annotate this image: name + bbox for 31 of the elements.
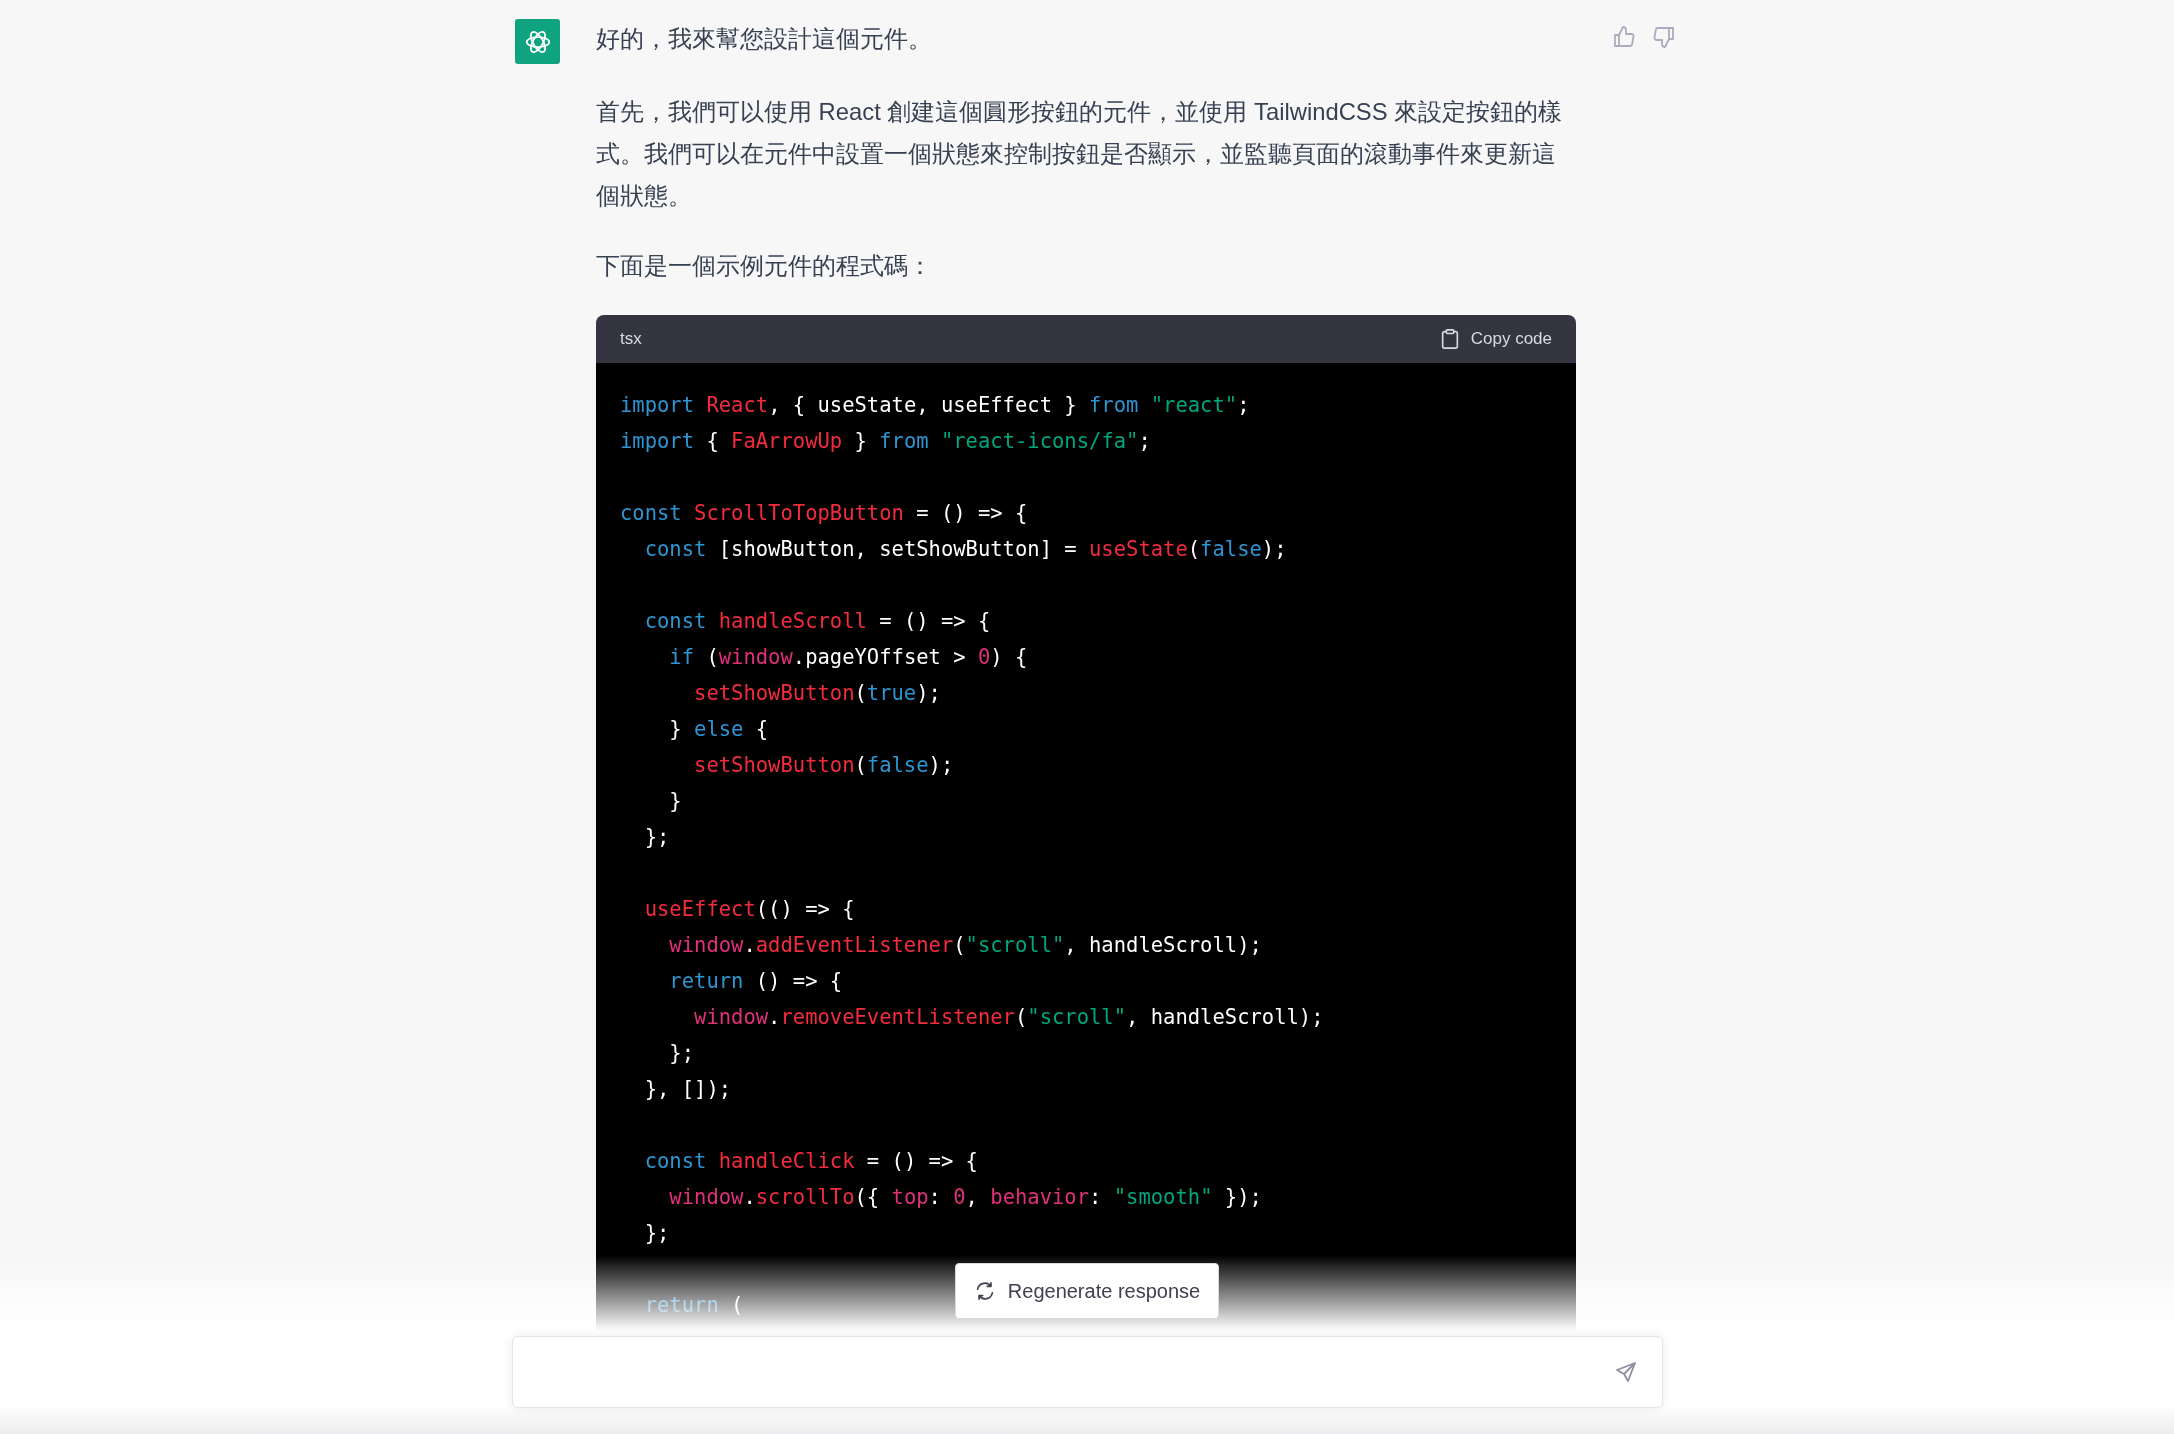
message-paragraph: 好的，我來幫您設計這個元件。 — [596, 24, 933, 54]
code-line: import { FaArrowUp } from "react-icons/fa"; — [620, 428, 1151, 455]
code-line: } — [668, 788, 682, 815]
code-line: const handleClick = () => { — [643, 1148, 978, 1175]
code-line: return () => { — [668, 968, 843, 995]
send-icon[interactable] — [1613, 1360, 1638, 1384]
message-paragraph: 下面是一個示例元件的程式碼： — [596, 251, 933, 281]
code-line: const handleScroll = () => { — [643, 608, 991, 635]
code-line: if (window.pageYOffset > 0) { — [668, 644, 1028, 671]
copy-code-button[interactable]: Copy code — [1438, 324, 1552, 354]
code-line: const [showButton, setShowButton] = useState(false); — [643, 536, 1287, 563]
code-line: window.scrollTo({ top: 0, behavior: "smooth" }); — [668, 1184, 1262, 1211]
code-line: } else { — [668, 716, 769, 743]
language-label: tsx — [620, 329, 642, 349]
regenerate-button[interactable]: Regenerate response — [954, 1263, 1220, 1319]
code-line: }; — [668, 1040, 695, 1067]
code-line: }; — [643, 824, 670, 851]
code-line: const ScrollToTopButton = () => { — [620, 500, 1028, 527]
message-paragraph: 首先，我們可以使用 React 創建這個圓形按鈕的元件，並使用 TailwindCSS 來設定按鈕的樣式。我們可以在元件中設置一個狀態來控制按鈕是否顯示，並監聽頁面的滾動事件來更新這個狀態。 — [596, 97, 1564, 211]
code-line: }, []); — [643, 1076, 732, 1103]
code-line: window.removeEventListener("scroll", handleScroll); — [693, 1004, 1324, 1031]
code-line: setShowButton(true); — [693, 680, 941, 707]
thumbs-down-icon[interactable] — [1652, 25, 1676, 49]
thumbs-up-icon[interactable] — [1612, 25, 1636, 49]
code-line: useEffect(() => { — [643, 896, 855, 923]
code-line: return ( — [643, 1292, 744, 1319]
code-line: window.addEventListener("scroll", handleScroll); — [668, 932, 1262, 959]
code-line: import React, { useState, useEffect } from "react"; — [620, 392, 1250, 419]
code-line: setShowButton(false); — [693, 752, 954, 779]
message-input[interactable] — [511, 1336, 1663, 1408]
code-line: }; — [643, 1220, 670, 1247]
